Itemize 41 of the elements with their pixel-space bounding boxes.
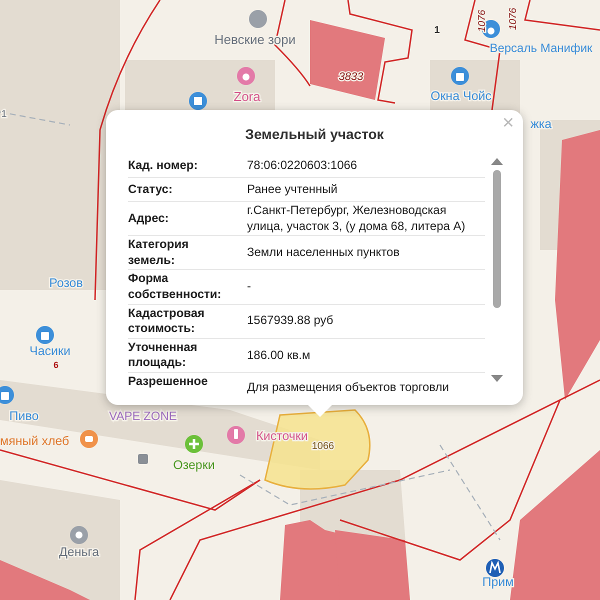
metro-icon [486,559,504,577]
map-label: 1066 [312,441,334,452]
map-label: 1076 [508,8,519,30]
attribute-value: 186.00 кв.м [247,348,312,364]
attribute-label: Категория земель: [128,237,190,268]
scroll-down-icon[interactable] [491,375,503,382]
map-label: 1076 [477,10,488,32]
attribute-label: Форма собственности: [128,271,222,303]
attribute-value: - [247,279,252,295]
map-label: Пиво [9,409,39,423]
attribute-label: Разрешенное [128,374,209,390]
attribute-label: Адрес: [128,210,170,226]
attribute-value: Для размещения объектов торговли [247,378,450,396]
map-label: VAPE ZONE [109,409,177,423]
map-label: 6 [54,360,58,370]
map-label: Озерки [173,458,215,472]
map-label: 1 [434,25,440,36]
attribute-value: 78:06:0220603:1066 [247,158,358,174]
ring-icon [70,526,88,544]
map-label: 1 [1,109,7,120]
attribute-value: г.Санкт-Петербург, Железноводская улица, участок 3, (у дома 68, литера А) [247,203,466,234]
close-button[interactable]: × [499,113,517,133]
map-label: мяный хлеб [0,434,70,448]
map-label: Часики [30,344,70,358]
map-label: 3833 [338,71,364,83]
attribute-value: 1567939.88 руб [247,313,334,329]
plus-icon [185,435,203,453]
popup-title: Земельный участок [244,126,385,142]
attribute-label: Статус: [128,182,174,198]
attribute-label: Уточненная площадь: [128,340,198,371]
map-label: Деньга [58,545,100,559]
map-label: жка [530,117,552,131]
scrollbar-thumb[interactable] [493,170,501,308]
map-label: Окна Чойс [430,89,492,103]
map-label: Версаль Манифик [490,41,592,55]
map-label: Розов [49,276,83,290]
attribute-value: Земли населенных пунктов [247,244,401,261]
attribute-value: Ранее учтенный [247,182,338,198]
map-label: Zora [234,89,260,104]
attribute-label: Кадастровая стоимость: [128,306,206,337]
attribute-label: Кад. номер: [128,158,199,174]
